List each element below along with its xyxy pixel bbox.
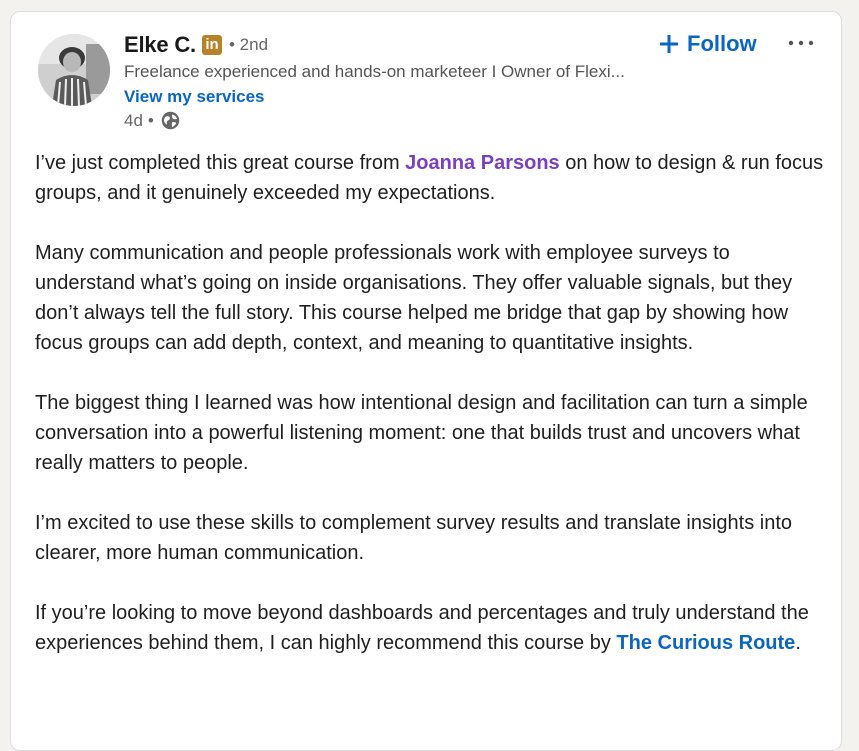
- linkedin-premium-icon: in: [201, 35, 222, 55]
- globe-icon: [161, 111, 180, 130]
- post-paragraph-3: The biggest thing I learned was how inte…: [35, 392, 808, 474]
- view-services-link[interactable]: View my services: [124, 87, 265, 107]
- plus-icon: [660, 35, 678, 53]
- connection-degree: • 2nd: [228, 35, 269, 54]
- avatar[interactable]: [38, 34, 110, 106]
- p1-text-before: I’ve just completed this great course fr…: [35, 152, 406, 174]
- post-card: Elke C. in • 2nd Freelance experienced a…: [10, 11, 842, 751]
- post-paragraph-1: I’ve just completed this great course fr…: [35, 148, 835, 208]
- follow-button[interactable]: Follow: [659, 27, 757, 61]
- ellipsis-icon: [788, 40, 814, 46]
- author-name[interactable]: Elke C.: [124, 32, 196, 58]
- post-time: 4d: [124, 110, 143, 130]
- author-headline: Freelance experienced and hands-on marke…: [124, 62, 625, 81]
- post-meta: 4d •: [124, 110, 181, 131]
- mention-joanna-parsons[interactable]: Joanna Parsons: [405, 152, 560, 174]
- mention-the-curious-route[interactable]: The Curious Route: [616, 632, 795, 654]
- post-paragraph-5: If you’re looking to move beyond dashboa…: [35, 598, 835, 658]
- post-paragraph-2: Many communication and people profession…: [35, 242, 793, 354]
- more-options-button[interactable]: [783, 30, 819, 56]
- author-row: Elke C. in • 2nd: [124, 32, 268, 58]
- profile-photo: [38, 34, 110, 106]
- meta-dot: •: [147, 110, 154, 130]
- post-paragraph-4: I’m excited to use these skills to compl…: [35, 512, 793, 564]
- follow-label: Follow: [687, 31, 757, 56]
- p5-text-after: .: [795, 632, 801, 654]
- post-body: I’ve just completed this great course fr…: [35, 148, 835, 688]
